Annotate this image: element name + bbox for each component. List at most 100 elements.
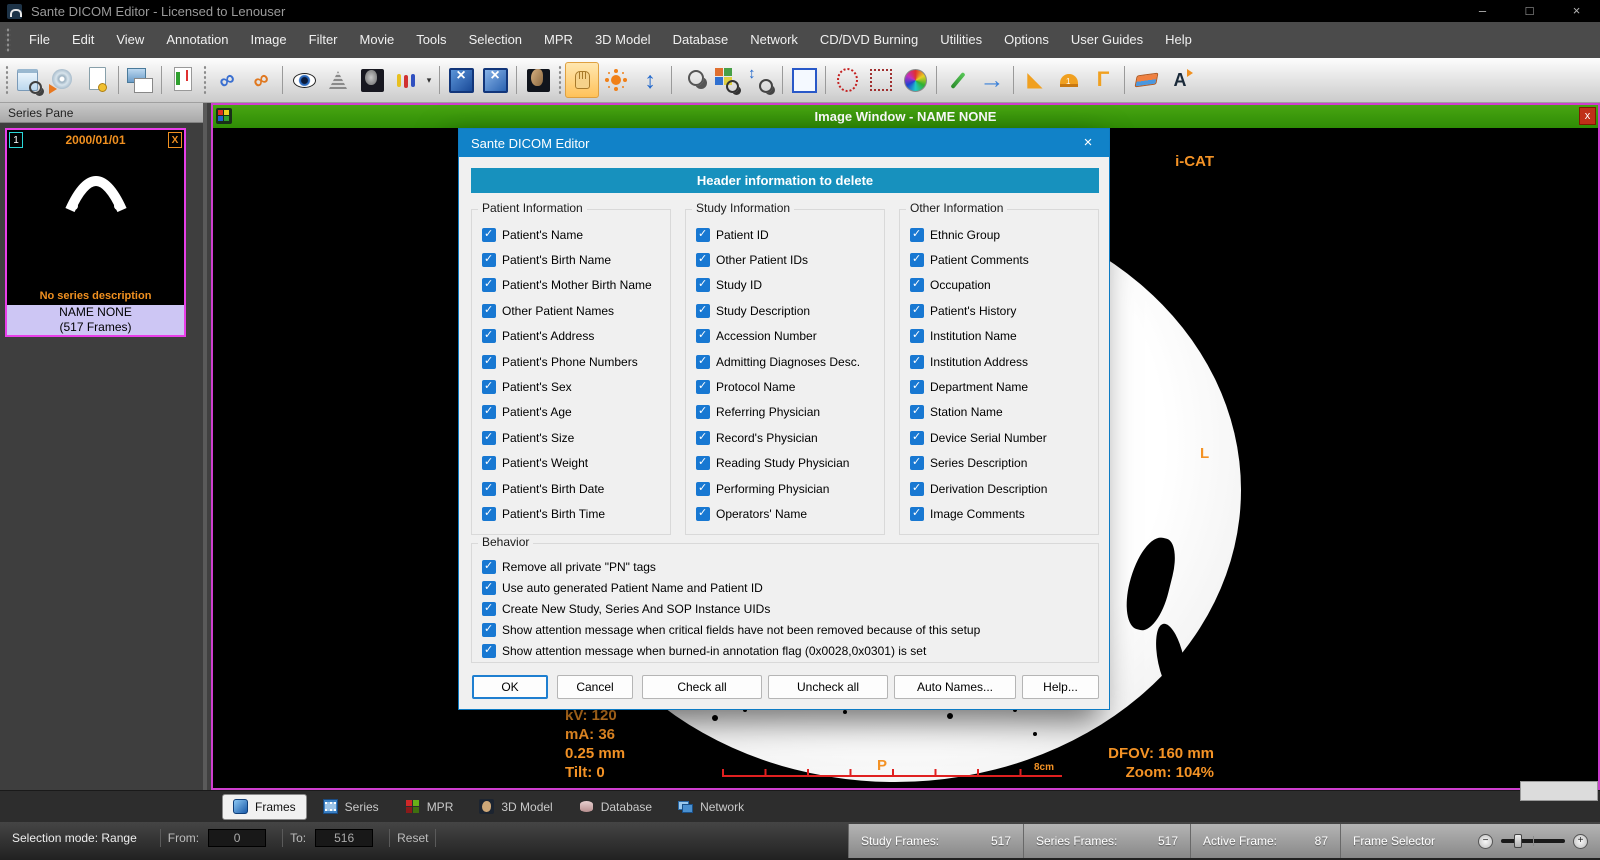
frame-minus-button[interactable]: − — [1478, 833, 1493, 849]
cd-burn-icon[interactable] — [46, 62, 80, 98]
rectangle-roi-icon[interactable] — [864, 62, 898, 98]
menu-item-selection[interactable]: Selection — [458, 22, 533, 58]
menu-item-network[interactable]: Network — [739, 22, 809, 58]
cancel-button[interactable]: Cancel — [557, 675, 633, 699]
menu-item-tools[interactable]: Tools — [405, 22, 457, 58]
checkbox-row-institution-address[interactable]: Institution Address — [910, 349, 1094, 374]
checkbox-row-show-attention-message-when-critical-fields-have-not-been-removed-because-of-this-setup[interactable]: Show attention message when critical fie… — [482, 619, 1094, 640]
rectangle-select-icon[interactable] — [787, 62, 821, 98]
presets-dropdown-arrow[interactable] — [423, 62, 435, 98]
checkbox-row-image-comments[interactable]: Image Comments — [910, 501, 1094, 526]
dialog-titlebar[interactable]: Sante DICOM Editor × — [459, 129, 1109, 157]
scrollbar-corner[interactable] — [1520, 781, 1598, 801]
help-button[interactable]: Help... — [1022, 675, 1099, 699]
minimize-button[interactable]: – — [1459, 0, 1506, 22]
checkbox-row-derivation-description[interactable]: Derivation Description — [910, 476, 1094, 501]
tab-series[interactable]: Series — [313, 794, 389, 820]
auto-names-button[interactable]: Auto Names... — [894, 675, 1016, 699]
checkbox-row-accession-number[interactable]: Accession Number — [696, 324, 880, 349]
frame-plus-button[interactable]: + — [1573, 833, 1588, 849]
menu-item-3d-model[interactable]: 3D Model — [584, 22, 662, 58]
checkbox-row-other-patient-ids[interactable]: Other Patient IDs — [696, 247, 880, 272]
checkbox-row-ethnic-group[interactable]: Ethnic Group — [910, 222, 1094, 247]
checkbox-row-patient-s-birth-date[interactable]: Patient's Birth Date — [482, 476, 666, 501]
menu-item-utilities[interactable]: Utilities — [929, 22, 993, 58]
frame-slider-thumb[interactable] — [1514, 834, 1522, 848]
ok-button[interactable]: OK — [472, 675, 548, 699]
zoom-tool-icon[interactable] — [744, 62, 778, 98]
mri-presets-icon[interactable] — [355, 62, 389, 98]
checkbox-row-patient-s-mother-birth-name[interactable]: Patient's Mother Birth Name — [482, 273, 666, 298]
checkbox-row-study-description[interactable]: Study Description — [696, 298, 880, 323]
checkbox-row-operators-name[interactable]: Operators' Name — [696, 501, 880, 526]
check-all-button[interactable]: Check all — [642, 675, 762, 699]
checkbox-row-patient-s-age[interactable]: Patient's Age — [482, 400, 666, 425]
checkbox-row-other-patient-names[interactable]: Other Patient Names — [482, 298, 666, 323]
checkbox-row-patient-s-size[interactable]: Patient's Size — [482, 425, 666, 450]
zoom-region-icon[interactable] — [710, 62, 744, 98]
fit-image-icon[interactable] — [444, 62, 478, 98]
checkbox-row-performing-physician[interactable]: Performing Physician — [696, 476, 880, 501]
maximize-button[interactable]: □ — [1506, 0, 1553, 22]
menu-item-view[interactable]: View — [105, 22, 155, 58]
menu-item-image[interactable]: Image — [239, 22, 297, 58]
checkbox-row-occupation[interactable]: Occupation — [910, 273, 1094, 298]
menu-item-annotation[interactable]: Annotation — [155, 22, 239, 58]
checkbox-row-patient-s-history[interactable]: Patient's History — [910, 298, 1094, 323]
menu-item-help[interactable]: Help — [1154, 22, 1203, 58]
image-window-close-button[interactable]: x — [1579, 107, 1596, 125]
series-close-button[interactable]: X — [168, 132, 182, 148]
uncheck-all-button[interactable]: Uncheck all — [768, 675, 888, 699]
anonymize-document-icon[interactable] — [80, 62, 114, 98]
reset-button[interactable]: Reset — [397, 831, 428, 845]
checkbox-row-device-serial-number[interactable]: Device Serial Number — [910, 425, 1094, 450]
checkbox-row-department-name[interactable]: Department Name — [910, 374, 1094, 399]
tab-mpr[interactable]: MPR — [395, 794, 464, 820]
checkbox-row-patient-s-address[interactable]: Patient's Address — [482, 324, 666, 349]
menu-item-filter[interactable]: Filter — [298, 22, 349, 58]
menu-item-user-guides[interactable]: User Guides — [1060, 22, 1154, 58]
checkbox-row-reading-study-physician[interactable]: Reading Study Physician — [696, 451, 880, 476]
fit-window-icon[interactable] — [478, 62, 512, 98]
tab-3d-model[interactable]: 3D Model — [469, 794, 562, 820]
brightness-sun-icon[interactable] — [599, 62, 633, 98]
color-palette-icon[interactable] — [898, 62, 932, 98]
eraser-icon[interactable] — [1129, 62, 1163, 98]
checkbox-row-admitting-diagnoses-desc[interactable]: Admitting Diagnoses Desc. — [696, 349, 880, 374]
protractor-icon[interactable] — [1052, 62, 1086, 98]
checkbox-row-study-id[interactable]: Study ID — [696, 273, 880, 298]
window-level-histogram-icon[interactable] — [321, 62, 355, 98]
menu-item-edit[interactable]: Edit — [61, 22, 105, 58]
menu-item-file[interactable]: File — [18, 22, 61, 58]
menu-item-cd-dvd-burning[interactable]: CD/DVD Burning — [809, 22, 929, 58]
checkbox-row-patient-s-name[interactable]: Patient's Name — [482, 222, 666, 247]
close-button[interactable]: × — [1553, 0, 1600, 22]
text-annotation-icon[interactable] — [1163, 62, 1197, 98]
ruler-icon[interactable] — [1018, 62, 1052, 98]
checkbox-row-series-description[interactable]: Series Description — [910, 451, 1094, 476]
checkbox-row-patient-s-birth-name[interactable]: Patient's Birth Name — [482, 247, 666, 272]
checkbox-row-patient-s-weight[interactable]: Patient's Weight — [482, 451, 666, 476]
angle-ruler-icon[interactable] — [1086, 62, 1120, 98]
print-images-icon[interactable] — [123, 62, 157, 98]
menu-item-mpr[interactable]: MPR — [533, 22, 584, 58]
checkbox-row-patient-id[interactable]: Patient ID — [696, 222, 880, 247]
checkbox-row-patient-comments[interactable]: Patient Comments — [910, 247, 1094, 272]
tab-database[interactable]: Database — [569, 794, 662, 820]
color-presets-icon[interactable] — [389, 62, 423, 98]
checkbox-row-remove-all-private-pn-tags[interactable]: Remove all private "PN" tags — [482, 556, 1094, 577]
checkbox-row-patient-s-birth-time[interactable]: Patient's Birth Time — [482, 501, 666, 526]
image-window-titlebar[interactable]: Image Window - NAME NONE x — [213, 105, 1598, 128]
checkbox-row-institution-name[interactable]: Institution Name — [910, 324, 1094, 349]
open-study-icon[interactable] — [12, 62, 46, 98]
checkbox-row-show-attention-message-when-burned-in-annotation-flag-0x0028-0x0301-is-set[interactable]: Show attention message when burned-in an… — [482, 640, 1094, 661]
checkbox-row-create-new-study-series-and-sop-instance-uids[interactable]: Create New Study, Series And SOP Instanc… — [482, 598, 1094, 619]
contrast-updown-icon[interactable] — [633, 62, 667, 98]
pan-hand-icon[interactable] — [565, 62, 599, 98]
menu-item-database[interactable]: Database — [662, 22, 740, 58]
dialog-close-button[interactable]: × — [1067, 129, 1109, 157]
tab-network[interactable]: Network — [668, 794, 754, 820]
checkbox-row-patient-s-sex[interactable]: Patient's Sex — [482, 374, 666, 399]
checkbox-row-patient-s-phone-numbers[interactable]: Patient's Phone Numbers — [482, 349, 666, 374]
pencil-icon[interactable] — [941, 62, 975, 98]
